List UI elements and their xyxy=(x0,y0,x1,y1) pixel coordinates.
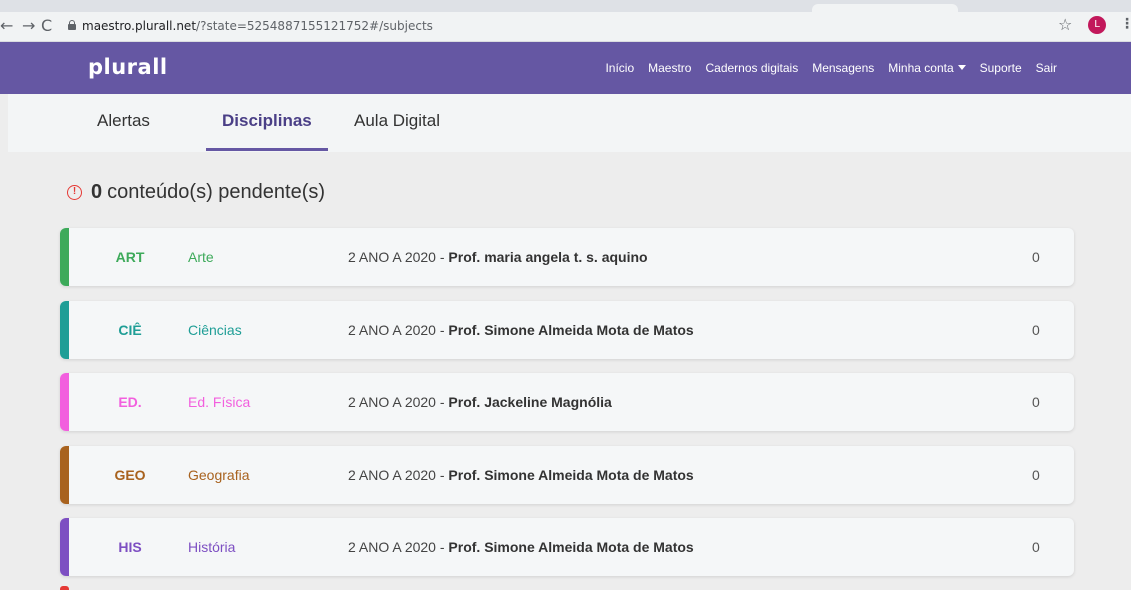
subject-color-bar xyxy=(60,445,69,504)
pending-label: conteúdo(s) pendente(s) xyxy=(107,181,326,203)
subject-pending-count: 0 xyxy=(1032,249,1040,265)
subject-color-bar xyxy=(60,300,69,359)
teacher-name: Prof. maria angela t. s. aquino xyxy=(448,249,648,265)
forward-icon[interactable]: → xyxy=(22,16,35,36)
nav-sair[interactable]: Sair xyxy=(1036,61,1057,75)
subject-name: Ed. Física xyxy=(188,394,251,410)
class-label: 2 ANO A 2020 xyxy=(348,394,436,410)
subject-name: Geografia xyxy=(188,466,250,483)
separator: - xyxy=(435,321,449,338)
plurall-logo[interactable]: plurall xyxy=(88,55,168,79)
caret-down-icon xyxy=(957,65,966,70)
active-tab-indicator xyxy=(206,148,328,151)
subject-card-ed[interactable]: ED. Ed. Física 2 ANO A 2020 - Prof. Jack… xyxy=(60,373,1074,431)
separator: - xyxy=(435,249,449,265)
nav-mensagens[interactable]: Mensagens xyxy=(812,61,874,75)
subject-name: Ciências xyxy=(188,321,242,338)
subject-card-cie[interactable]: CIÊ Ciências 2 ANO A 2020 - Prof. Simone… xyxy=(60,300,1074,359)
next-subject-card-edge xyxy=(60,586,69,590)
teacher-name: Prof. Jackeline Magnólia xyxy=(448,394,612,410)
class-label: 2 ANO A 2020 xyxy=(348,539,436,555)
class-label: 2 ANO A 2020 xyxy=(348,321,436,338)
subject-pending-count: 0 xyxy=(1032,466,1040,483)
url-text[interactable]: maestro.plurall.net/?state=5254887155121… xyxy=(82,19,433,33)
subject-card-his[interactable]: HIS História 2 ANO A 2020 - Prof. Simone… xyxy=(60,518,1074,576)
subject-color-bar xyxy=(60,373,69,431)
subject-card-geo[interactable]: GEO Geografia 2 ANO A 2020 - Prof. Simon… xyxy=(60,445,1074,504)
nav-cadernos-digitais[interactable]: Cadernos digitais xyxy=(705,61,798,75)
nav-minha-conta[interactable]: Minha conta xyxy=(888,61,966,75)
tab-strip xyxy=(0,0,1131,12)
class-label: 2 ANO A 2020 xyxy=(348,466,436,483)
teacher-name: Prof. Simone Almeida Mota de Matos xyxy=(448,321,694,338)
subject-class-teacher: 2 ANO A 2020 - Prof. Simone Almeida Mota… xyxy=(348,467,694,483)
nav-maestro[interactable]: Maestro xyxy=(648,61,691,75)
bookmark-star-icon[interactable]: ☆ xyxy=(1058,15,1072,34)
teacher-name: Prof. Simone Almeida Mota de Matos xyxy=(448,539,694,555)
subject-class-teacher: 2 ANO A 2020 - Prof. Jackeline Magnólia xyxy=(348,394,612,410)
subject-code: ART xyxy=(115,249,145,265)
subject-name: Arte xyxy=(188,249,214,265)
subject-pending-count: 0 xyxy=(1032,539,1040,555)
section-tabs: Alertas Disciplinas Aula Digital xyxy=(8,94,1131,152)
subject-class-teacher: 2 ANO A 2020 - Prof. Simone Almeida Mota… xyxy=(348,322,694,338)
subject-code: HIS xyxy=(118,539,142,555)
address-bar[interactable]: maestro.plurall.net/?state=5254887155121… xyxy=(60,15,1060,37)
pending-content-summary: ! 0 conteúdo(s) pendente(s) xyxy=(67,181,325,204)
separator: - xyxy=(435,394,449,410)
alert-circle-icon: ! xyxy=(67,185,82,200)
profile-avatar[interactable]: L xyxy=(1088,16,1106,34)
subject-pending-count: 0 xyxy=(1032,394,1040,410)
pending-count: 0 xyxy=(91,181,103,203)
nav-suporte[interactable]: Suporte xyxy=(980,61,1022,75)
subject-code: ED. xyxy=(118,394,142,410)
tab-alertas[interactable]: Alertas xyxy=(97,111,150,131)
top-navigation: Início Maestro Cadernos digitais Mensage… xyxy=(605,42,1057,94)
separator: - xyxy=(435,539,449,555)
subject-pending-count: 0 xyxy=(1032,321,1040,338)
subject-color-bar xyxy=(60,228,69,286)
subject-code: GEO xyxy=(114,466,146,483)
subject-class-teacher: 2 ANO A 2020 - Prof. Simone Almeida Mota… xyxy=(348,539,694,555)
browser-menu-icon[interactable]: ⋮ xyxy=(1120,16,1131,32)
app-header: plurall Início Maestro Cadernos digitais… xyxy=(0,42,1131,94)
tab-disciplinas[interactable]: Disciplinas xyxy=(222,111,312,131)
subject-code: CIÊ xyxy=(118,321,142,338)
subject-name: História xyxy=(188,539,236,555)
tab-aula-digital[interactable]: Aula Digital xyxy=(354,111,440,131)
subject-color-bar xyxy=(60,518,69,576)
subject-class-teacher: 2 ANO A 2020 - Prof. maria angela t. s. … xyxy=(348,249,648,265)
back-icon[interactable]: ← xyxy=(0,16,13,36)
browser-tab[interactable] xyxy=(812,4,958,12)
subject-list: ART Arte 2 ANO A 2020 - Prof. maria ange… xyxy=(60,228,1074,590)
class-label: 2 ANO A 2020 xyxy=(348,249,436,265)
subject-card-art[interactable]: ART Arte 2 ANO A 2020 - Prof. maria ange… xyxy=(60,228,1074,286)
browser-chrome: ← → C maestro.plurall.net/?state=5254887… xyxy=(0,0,1131,42)
nav-minha-conta-label: Minha conta xyxy=(888,61,954,75)
separator: - xyxy=(435,466,449,483)
reload-icon[interactable]: C xyxy=(41,16,52,36)
nav-inicio[interactable]: Início xyxy=(605,61,634,75)
lock-icon xyxy=(68,20,76,30)
teacher-name: Prof. Simone Almeida Mota de Matos xyxy=(448,466,694,483)
